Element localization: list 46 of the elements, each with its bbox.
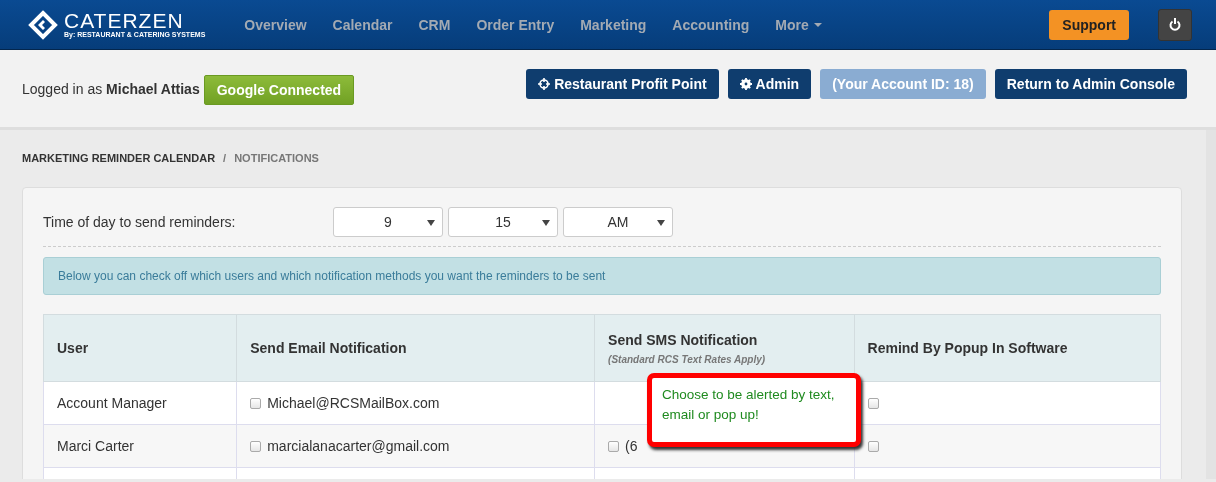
checkbox[interactable] <box>250 397 262 409</box>
user-name: Account Manager <box>57 395 167 411</box>
toolbar-button[interactable]: Return to Admin Console <box>994 68 1187 99</box>
info-message: Below you can check off which users and which notification methods you want the reminders to be sent <box>43 257 1161 295</box>
crosshair-icon <box>538 77 551 90</box>
phone-number: (6 <box>625 438 638 454</box>
logo-icon <box>28 9 58 40</box>
logged-in-text: Logged in as Michael Attias <box>22 80 200 97</box>
checkbox[interactable] <box>867 397 879 409</box>
time-select[interactable]: 9 <box>333 207 443 237</box>
nav-link[interactable]: Order Entry <box>463 16 568 33</box>
dropdown-arrow-icon <box>657 220 665 226</box>
time-label: Time of day to send reminders: <box>43 214 237 230</box>
dropdown-arrow-icon <box>542 220 550 226</box>
column-note: (Standard RCS Text Rates Apply) <box>608 353 767 365</box>
nav-link[interactable]: Overview <box>231 16 320 33</box>
logo-name: CATERZEN <box>64 10 185 31</box>
column-header: Send Email Notification <box>250 340 407 356</box>
nav-link[interactable]: Calendar <box>319 16 406 33</box>
breadcrumb-separator: / <box>223 152 227 164</box>
time-select[interactable]: AM <box>563 207 673 237</box>
email-address: marcialanacarter@gmail.com <box>267 438 450 454</box>
power-button[interactable] <box>1158 8 1192 41</box>
nav-link[interactable]: Marketing <box>567 16 660 33</box>
gear-icon <box>739 77 752 90</box>
checkbox[interactable] <box>608 440 620 452</box>
nav-link[interactable]: CRM <box>405 16 464 33</box>
time-select[interactable]: 15 <box>448 207 558 237</box>
google-connected-button[interactable]: Google Connected <box>203 75 355 105</box>
support-button[interactable]: Support <box>1049 9 1129 40</box>
callout-note: Choose to be alerted by text, email or pop up! <box>647 373 861 447</box>
column-header: User <box>57 340 89 356</box>
checkbox[interactable] <box>250 440 262 452</box>
toolbar-button[interactable]: Restaurant Profit Point <box>526 68 719 99</box>
breadcrumb-item[interactable]: MARKETING REMINDER CALENDAR <box>22 152 216 164</box>
toolbar-button[interactable]: Admin <box>727 68 812 99</box>
breadcrumb-item: NOTIFICATIONS <box>234 152 319 164</box>
email-address: Michael@RCSMailBox.com <box>267 395 440 411</box>
checkbox[interactable] <box>867 440 879 452</box>
column-header: Remind By Popup In Software <box>867 340 1068 356</box>
column-header: Send SMS Notification <box>608 331 758 348</box>
user-name: Marci Carter <box>57 438 134 454</box>
nav-link[interactable]: Accounting <box>659 16 763 33</box>
power-icon <box>1169 18 1181 31</box>
dropdown-arrow-icon <box>427 220 435 226</box>
nav-link[interactable]: More <box>762 16 835 33</box>
